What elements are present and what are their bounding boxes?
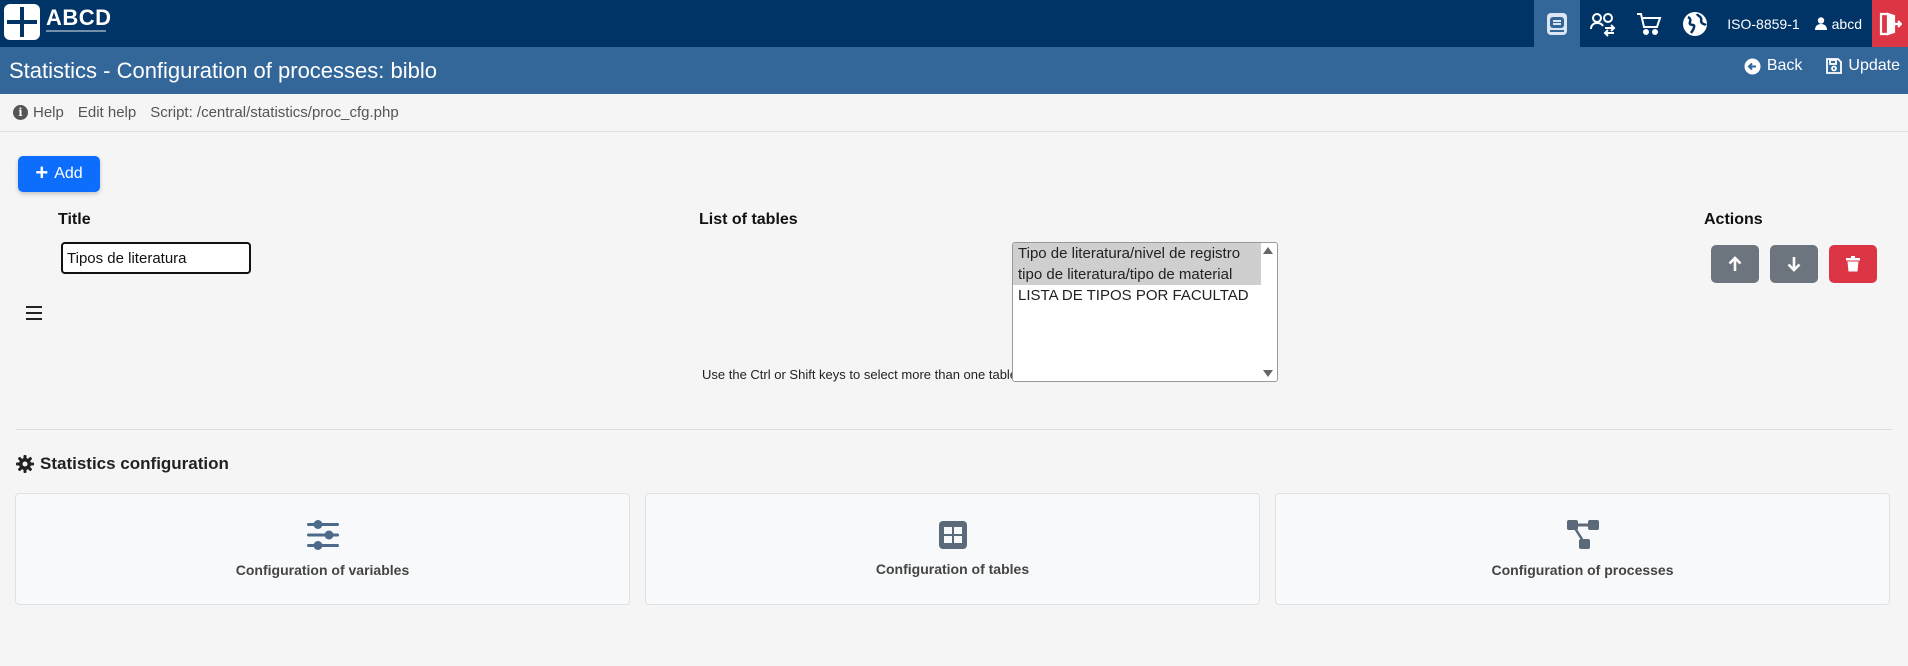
table-option[interactable]: Tipo de literatura/nivel de registro <box>1013 243 1261 264</box>
script-path: Script: /central/statistics/proc_cfg.php <box>150 104 399 121</box>
scroll-up-arrow-icon[interactable] <box>1263 247 1273 254</box>
cart-button[interactable] <box>1626 0 1672 47</box>
card-label: Configuration of tables <box>875 561 1030 577</box>
arrow-down-icon <box>1787 257 1801 272</box>
help-bar: i Help Edit help Script: /central/statis… <box>0 94 1908 132</box>
top-navbar: ABCD ISO-8859-1 abcd <box>0 0 1908 47</box>
top-toolbar: ISO-8859-1 abcd <box>1534 0 1908 47</box>
table-option[interactable]: LISTA DE TIPOS POR FACULTAD <box>1013 285 1261 306</box>
arrow-up-icon <box>1728 256 1742 271</box>
charset-label[interactable]: ISO-8859-1 <box>1718 16 1808 32</box>
book-icon <box>1547 12 1568 35</box>
move-up-button[interactable] <box>1711 245 1759 283</box>
header-actions: Back Update <box>1744 57 1900 75</box>
add-label: Add <box>54 165 83 182</box>
diagram-icon <box>1566 520 1599 549</box>
title-input[interactable] <box>61 242 251 274</box>
update-label: Update <box>1848 57 1900 74</box>
user-icon <box>1814 17 1827 30</box>
help-label: Help <box>33 104 64 121</box>
edit-help-link[interactable]: Edit help <box>78 104 136 121</box>
user-menu[interactable]: abcd <box>1809 16 1872 32</box>
section-title: Statistics configuration <box>16 454 229 474</box>
plus-icon: + <box>35 160 49 185</box>
users-exchange-icon <box>1590 12 1616 37</box>
logout-icon <box>1879 11 1902 36</box>
users-exchange-button[interactable] <box>1580 0 1626 47</box>
page-header: Statistics - Configuration of processes:… <box>0 47 1908 94</box>
logout-button[interactable] <box>1872 0 1908 47</box>
back-arrow-icon <box>1744 58 1761 74</box>
add-button[interactable]: + Add <box>18 156 100 192</box>
processes-config-card[interactable]: Configuration of processes <box>1275 493 1890 605</box>
table-option[interactable]: tipo de literatura/tipo de material <box>1013 264 1261 285</box>
logo-tagline <box>46 30 106 32</box>
back-button[interactable]: Back <box>1744 57 1803 75</box>
tables-config-card[interactable]: Configuration of tables <box>645 493 1260 605</box>
multi-select-hint: Use the Ctrl or Shift keys to select mor… <box>702 367 1018 382</box>
section-divider <box>16 429 1892 430</box>
trash-icon <box>1846 256 1860 272</box>
scroll-down-arrow-icon[interactable] <box>1263 370 1273 377</box>
help-link[interactable]: i Help <box>13 104 64 121</box>
back-label: Back <box>1766 57 1803 74</box>
abcd-logo[interactable]: ABCD <box>4 4 112 40</box>
sliders-icon <box>306 520 339 550</box>
save-icon <box>1826 58 1843 74</box>
logo-text: ABCD <box>46 5 112 30</box>
card-label: Configuration of variables <box>235 562 410 578</box>
abcd-logo-mark <box>4 4 40 40</box>
move-down-button[interactable] <box>1770 245 1818 283</box>
column-header-actions: Actions <box>1704 211 1763 228</box>
cart-icon <box>1637 12 1662 35</box>
card-label: Configuration of processes <box>1491 562 1674 578</box>
update-button[interactable]: Update <box>1826 57 1900 75</box>
language-button[interactable] <box>1672 0 1718 47</box>
info-icon: i <box>13 105 28 120</box>
globe-icon <box>1683 11 1708 36</box>
user-name: abcd <box>1831 15 1862 32</box>
section-title-label: Statistics configuration <box>40 454 229 473</box>
delete-button[interactable] <box>1829 245 1877 283</box>
gear-icon <box>16 455 34 473</box>
page-title: Statistics - Configuration of processes:… <box>9 58 437 83</box>
drag-handle-icon[interactable] <box>26 306 42 324</box>
cataloging-button[interactable] <box>1534 0 1581 47</box>
column-header-tables: List of tables <box>699 211 798 228</box>
column-header-title: Title <box>58 211 91 228</box>
variables-config-card[interactable]: Configuration of variables <box>15 493 630 605</box>
table-icon <box>938 521 967 549</box>
tables-multiselect[interactable]: Tipo de literatura/nivel de registro tip… <box>1012 242 1278 382</box>
